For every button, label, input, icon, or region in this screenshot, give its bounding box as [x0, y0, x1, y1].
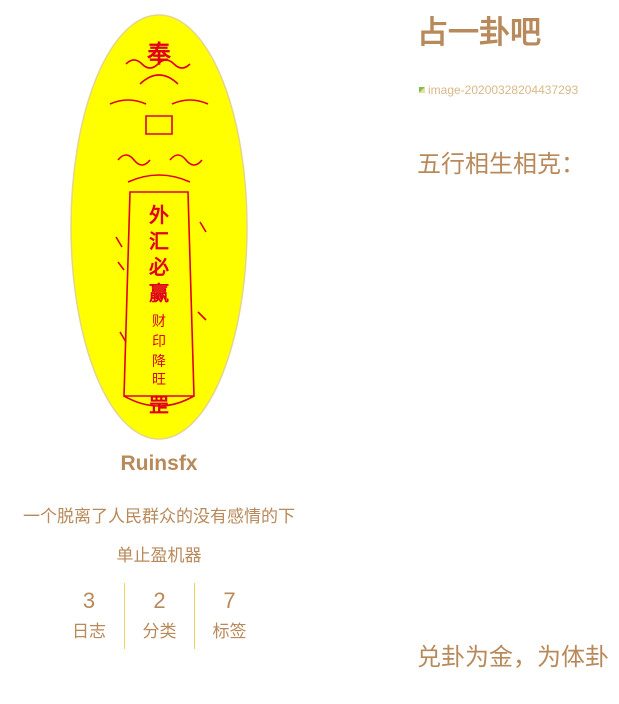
- talisman-top-char: 奉: [146, 39, 172, 68]
- post-body-text: 兑卦为金，为体卦: [417, 643, 609, 671]
- stat-tags-count: 7: [223, 588, 236, 613]
- author-description: 一个脱离了人民群众的没有感情的下 单止盈机器: [0, 498, 318, 576]
- talisman-lower-char: 旺: [152, 372, 166, 388]
- author-name[interactable]: Ruinsfx: [0, 452, 318, 476]
- stat-posts-label: 日志: [72, 622, 106, 642]
- section-heading: 五行相生相克：: [417, 150, 585, 178]
- page: 奉 外 汇 必 赢 财 印 降 旺 罡 Ruinsfx 一个脱离了人民群众的没有…: [0, 0, 619, 704]
- talisman-lower-char: 降: [152, 354, 166, 370]
- talisman-bottom-char: 罡: [149, 393, 169, 417]
- talisman-lower-char: 财: [152, 314, 166, 330]
- stat-posts-count: 3: [82, 588, 96, 613]
- post-title[interactable]: 占一卦吧: [417, 10, 541, 56]
- talisman-avatar-icon: 奉 外 汇 必 赢 财 印 降 旺 罡: [70, 14, 248, 440]
- author-avatar[interactable]: 奉 外 汇 必 赢 财 印 降 旺 罡: [68, 12, 250, 442]
- stat-categories[interactable]: 2 分类: [124, 583, 194, 649]
- broken-image-icon: [419, 87, 425, 93]
- post-image-broken: image-20200328204437293: [419, 83, 578, 97]
- stat-categories-label: 分类: [142, 622, 177, 642]
- talisman-center-char: 外: [149, 203, 169, 227]
- talisman-center-char: 赢: [149, 281, 169, 305]
- talisman-center-char: 必: [148, 255, 169, 279]
- site-stats: 3 日志 2 分类 7 标签: [54, 583, 264, 649]
- post-image-alt: image-20200328204437293: [428, 83, 579, 97]
- stat-posts[interactable]: 3 日志: [54, 583, 124, 649]
- talisman-center-char: 汇: [149, 229, 169, 253]
- stat-tags[interactable]: 7 标签: [194, 583, 264, 649]
- author-description-line: 单止盈机器: [116, 546, 202, 566]
- stat-tags-label: 标签: [212, 622, 247, 642]
- author-description-line: 一个脱离了人民群众的没有感情的下: [23, 507, 295, 527]
- stat-categories-count: 2: [153, 588, 166, 613]
- talisman-lower-char: 印: [152, 334, 166, 350]
